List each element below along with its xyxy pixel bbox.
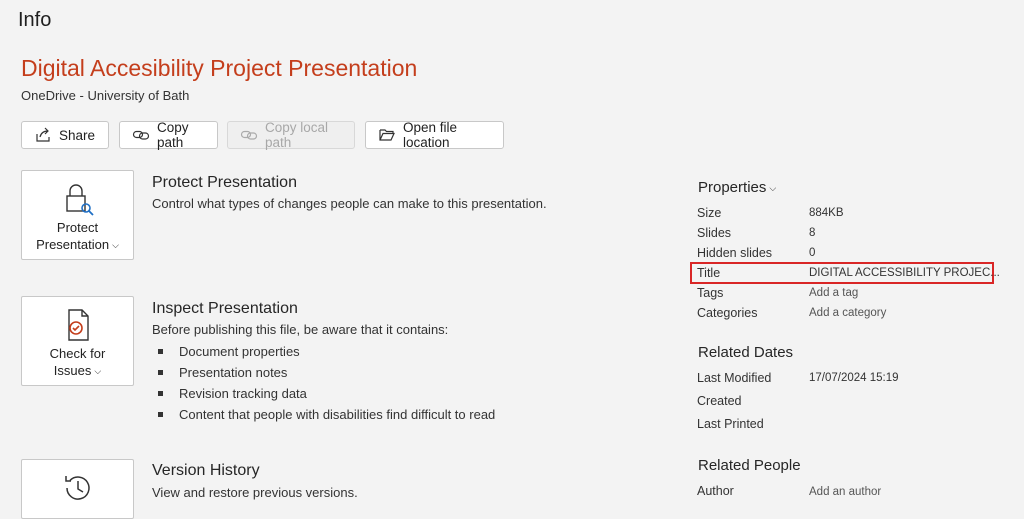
list-item: Content that people with disabilities fi… (158, 404, 495, 425)
check-button-line2: Issues (53, 363, 92, 378)
protect-presentation-button[interactable]: Protect Presentation ⌵ (21, 170, 134, 260)
chevron-down-icon: ⌵ (112, 240, 119, 250)
prop-label-categories: Categories (697, 306, 758, 320)
add-author-field[interactable]: Add an author (809, 486, 881, 498)
inspect-description: Before publishing this file, be aware th… (152, 322, 449, 337)
link-icon (240, 130, 258, 140)
date-label-created: Created (697, 394, 742, 408)
prop-label-title: Title (697, 266, 721, 280)
protect-button-line1: Protect (56, 220, 99, 235)
version-description: View and restore previous versions. (152, 485, 358, 500)
date-value-last-modified: 17/07/2024 15:19 (809, 372, 899, 384)
version-history-button[interactable] (21, 459, 134, 519)
bullet-icon (158, 370, 163, 375)
prop-label-size: Size (697, 206, 722, 220)
date-label-last-modified: Last Modified (697, 371, 772, 385)
prop-value-slides: 8 (809, 227, 816, 239)
bullet-icon (158, 412, 163, 417)
prop-value-title[interactable]: DIGITAL ACCESSIBILITY PROJEC... (809, 267, 1000, 279)
date-label-last-printed: Last Printed (697, 417, 764, 431)
related-dates-heading: Related Dates (698, 344, 794, 361)
share-button[interactable]: Share (21, 121, 109, 149)
prop-value-size: 884KB (809, 207, 844, 219)
copy-path-label: Copy path (157, 120, 189, 150)
prop-label-slides: Slides (697, 226, 732, 240)
copy-local-path-label: Copy local path (265, 120, 329, 150)
link-icon (132, 130, 150, 140)
protect-button-line2: Presentation (36, 237, 110, 252)
inspect-list: Document properties Presentation notes R… (158, 341, 495, 425)
add-tag-field[interactable]: Add a tag (809, 287, 858, 299)
protect-heading: Protect Presentation (152, 174, 297, 191)
bullet-icon (158, 391, 163, 396)
properties-dropdown[interactable]: Properties ⌵ (698, 179, 776, 196)
document-check-icon (67, 309, 89, 341)
check-for-issues-button[interactable]: Check for Issues ⌵ (21, 296, 134, 386)
open-file-location-button[interactable]: Open file location (365, 120, 504, 150)
document-location: OneDrive - University of Bath (21, 88, 190, 103)
list-item: Presentation notes (158, 362, 495, 383)
open-file-location-label: Open file location (403, 120, 458, 150)
list-item: Document properties (158, 341, 495, 362)
version-heading: Version History (152, 462, 260, 479)
copy-local-path-button[interactable]: Copy local path (227, 120, 355, 150)
inspect-heading: Inspect Presentation (152, 300, 298, 317)
share-icon (36, 127, 50, 142)
chevron-down-icon: ⌵ (769, 183, 777, 193)
properties-heading: Properties (698, 179, 767, 196)
people-label-author: Author (697, 484, 734, 498)
list-item: Revision tracking data (158, 383, 495, 404)
bullet-icon (158, 349, 163, 354)
history-icon (64, 476, 90, 500)
document-title: Digital Accesibility Project Presentatio… (21, 55, 418, 81)
prop-label-hidden-slides: Hidden slides (697, 246, 773, 260)
protect-description: Control what types of changes people can… (152, 196, 547, 211)
add-category-field[interactable]: Add a category (809, 307, 886, 319)
copy-path-button[interactable]: Copy path (119, 120, 218, 150)
lock-icon (65, 184, 94, 216)
prop-value-hidden-slides: 0 (809, 247, 816, 259)
prop-label-tags: Tags (697, 286, 724, 300)
page-title: Info (18, 9, 52, 31)
related-people-heading: Related People (698, 457, 801, 474)
folder-open-icon (379, 129, 395, 141)
check-button-line1: Check for (49, 346, 106, 361)
chevron-down-icon: ⌵ (94, 366, 102, 376)
share-label: Share (59, 127, 96, 143)
